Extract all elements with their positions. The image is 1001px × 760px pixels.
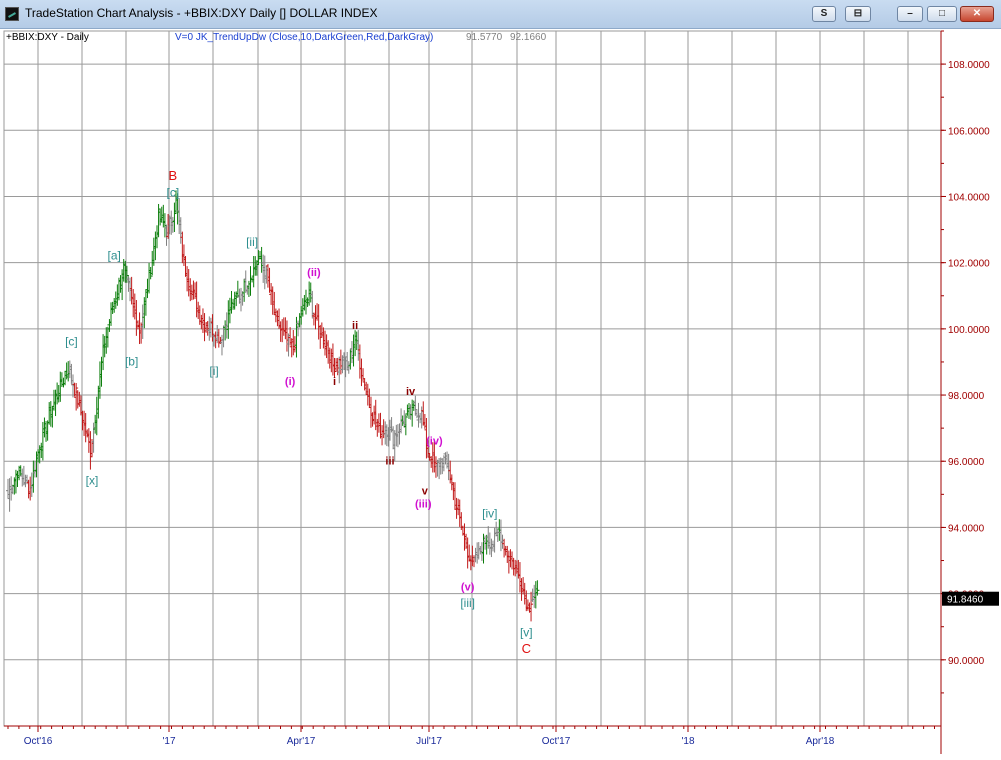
window-title: TradeStation Chart Analysis - +BBIX:DXY …: [25, 6, 378, 20]
wave-label: [v]: [520, 626, 533, 640]
y-tick-label: 104.0000: [948, 192, 990, 203]
wave-label: C: [522, 641, 531, 656]
wave-label: iii: [385, 456, 394, 468]
price-bars: [6, 190, 540, 622]
indicator-label: V=0 JK_TrendUpDw (Close,10,DarkGreen,Red…: [175, 32, 433, 43]
wave-label: (iii): [415, 499, 432, 511]
y-tick-label: 106.0000: [948, 126, 990, 137]
x-tick-label: '17: [162, 736, 175, 747]
wave-label: (ii): [307, 267, 321, 279]
wave-label: [a]: [108, 248, 121, 262]
tradestation-app-icon: [5, 7, 19, 21]
y-tick-label: 102.0000: [948, 259, 990, 270]
y-tick-label: 98.0000: [948, 391, 985, 402]
wave-label: [i]: [209, 364, 218, 378]
last-price-label: 91.8460: [947, 595, 984, 606]
wave-annotations: [x][c][a][b]B[c][i][ii](i)(ii)iiiiiiiv(i…: [65, 168, 533, 656]
wave-label: [iv]: [482, 507, 497, 521]
y-tick-label: 100.0000: [948, 325, 990, 336]
indicator-value-2: 92.1660: [510, 32, 547, 43]
wave-label: B: [169, 168, 178, 183]
wave-label: (v): [461, 581, 475, 593]
y-tick-label: 94.0000: [948, 523, 985, 534]
indicator-value-1: 91.5770: [466, 32, 503, 43]
symbol-link-button[interactable]: S: [812, 6, 836, 22]
wave-label: i: [333, 376, 336, 388]
x-tick-label: Jul'17: [416, 736, 442, 747]
maximize-button[interactable]: □: [927, 6, 957, 22]
date-axis: Oct'16 '17 Apr'17 Jul'17 Oct'17 '18 Apr'18: [4, 725, 941, 747]
chart-link-button[interactable]: ⊟: [845, 6, 871, 22]
chart-grid: [3, 30, 942, 727]
wave-label: ii: [352, 320, 358, 332]
wave-label: (i): [285, 376, 296, 388]
wave-label: [ii]: [246, 235, 258, 249]
x-tick-label: Oct'17: [542, 736, 571, 747]
x-tick-label: Oct'16: [24, 736, 53, 747]
chart-area[interactable]: [x] [c] [a] [b] B [c] [i] [ii] (i) (ii) i ii iii iv (i…: [0, 29, 1001, 760]
wave-label: v: [422, 485, 429, 497]
y-tick-label: 96.0000: [948, 457, 985, 468]
wave-label: [iii]: [460, 596, 475, 610]
x-tick-label: '18: [681, 736, 694, 747]
minimize-button[interactable]: –: [897, 6, 923, 22]
x-tick-label: Apr'18: [806, 736, 835, 747]
wave-label: [b]: [125, 354, 138, 368]
price-chart[interactable]: [x][c][a][b]B[c][i][ii](i)(ii)iiiiiiiv(i…: [0, 29, 1001, 760]
wave-label: [c]: [65, 334, 78, 348]
wave-label: [c]: [167, 185, 180, 199]
x-tick-label: Apr'17: [287, 736, 316, 747]
wave-label: [x]: [86, 473, 99, 487]
wave-label: iv: [406, 386, 416, 398]
symbol-label: +BBIX:DXY - Daily: [6, 32, 89, 43]
window-titlebar: TradeStation Chart Analysis - +BBIX:DXY …: [0, 0, 1001, 29]
y-tick-label: 108.0000: [948, 60, 990, 71]
y-tick-label: 90.0000: [948, 656, 985, 667]
close-button[interactable]: ✕: [960, 6, 994, 22]
wave-label: (iv): [426, 436, 443, 448]
price-axis: 108.0000 106.0000 104.0000 102.0000 100.0000…: [940, 30, 999, 754]
